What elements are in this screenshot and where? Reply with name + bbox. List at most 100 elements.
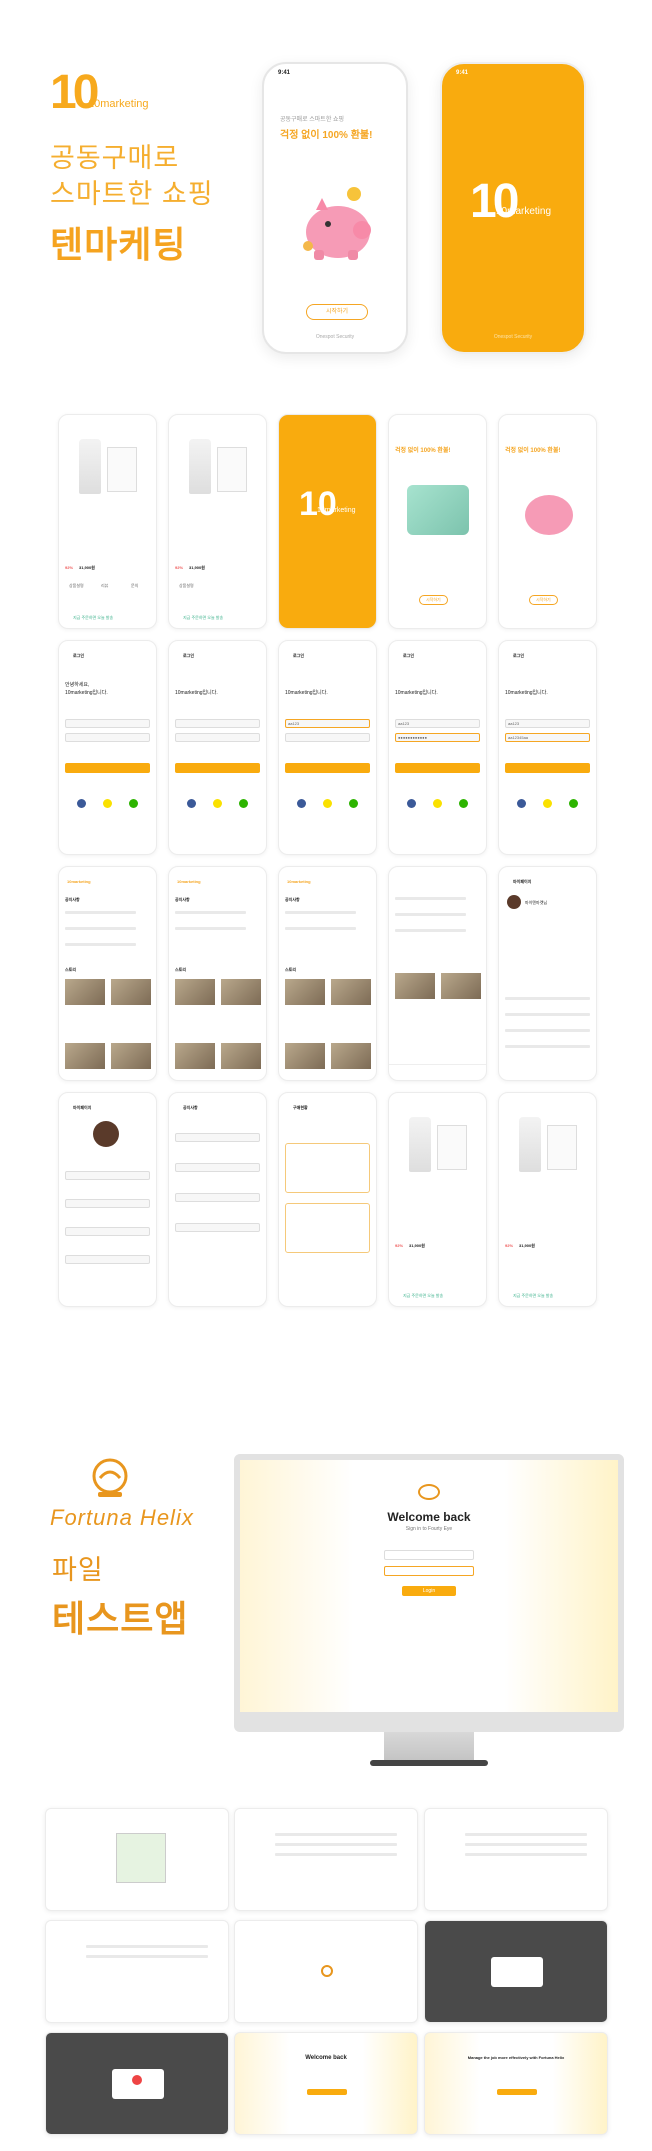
date-input[interactable] <box>175 1193 260 1202</box>
menu-row[interactable] <box>505 1029 590 1032</box>
start-button[interactable]: 시작하기 <box>529 595 558 605</box>
table-row[interactable] <box>86 1955 208 1958</box>
naver-icon[interactable] <box>239 799 248 808</box>
cta-banner[interactable]: 지금 주문하면 오늘 발송 <box>183 615 223 621</box>
link-input[interactable] <box>175 1223 260 1232</box>
login-title: 로그인 <box>293 653 305 658</box>
screen-mypage-edit: 마이페이지 <box>58 1092 157 1307</box>
story-image[interactable] <box>395 973 435 999</box>
thumb-login-button[interactable] <box>497 2089 537 2095</box>
start-button[interactable]: 시작하기 <box>419 595 448 605</box>
story-image[interactable] <box>221 1043 261 1069</box>
password-input[interactable]: ●●●●●●●●●●●● <box>395 733 480 742</box>
table-row[interactable] <box>275 1843 397 1846</box>
naver-icon[interactable] <box>569 799 578 808</box>
story-image[interactable] <box>285 979 325 1005</box>
notice-row[interactable] <box>65 911 136 914</box>
password-input[interactable] <box>65 733 150 742</box>
table-row[interactable] <box>275 1853 397 1856</box>
id-input[interactable] <box>175 719 260 728</box>
table-row[interactable] <box>86 1945 208 1948</box>
facebook-icon[interactable] <box>407 799 416 808</box>
cta-banner[interactable]: 지금 주문하면 오늘 발송 <box>73 615 113 621</box>
naver-icon[interactable] <box>459 799 468 808</box>
story-image[interactable] <box>65 1043 105 1069</box>
kakao-icon[interactable] <box>213 799 222 808</box>
password-input[interactable]: aa12345aa <box>505 733 590 742</box>
cta-banner[interactable]: 지금 주문하면 오늘 발송 <box>403 1293 443 1299</box>
brand-logo: 10 10marketing <box>50 68 160 128</box>
start-button[interactable]: 시작하기 <box>306 304 368 320</box>
nickname-input[interactable] <box>65 1171 150 1180</box>
facebook-icon[interactable] <box>517 799 526 808</box>
logo-mark: 10 <box>50 66 99 119</box>
table-row[interactable] <box>465 1853 587 1856</box>
story-image[interactable] <box>331 1043 371 1069</box>
naver-icon[interactable] <box>129 799 138 808</box>
tab-review[interactable]: 리뷰 <box>101 583 108 589</box>
login-button[interactable] <box>285 763 370 773</box>
purchase-card[interactable] <box>285 1143 370 1193</box>
bottom-nav[interactable] <box>389 1064 486 1080</box>
story-image[interactable] <box>285 1043 325 1069</box>
password-input[interactable] <box>285 733 370 742</box>
id-input[interactable]: aa123 <box>285 719 370 728</box>
tab-description[interactable]: 상품설명 <box>179 583 194 589</box>
purchase-card[interactable] <box>285 1203 370 1253</box>
naver-icon[interactable] <box>349 799 358 808</box>
menu-row[interactable] <box>505 1013 590 1016</box>
table-row[interactable] <box>275 1833 397 1836</box>
login-button[interactable] <box>395 763 480 773</box>
content-input[interactable] <box>175 1163 260 1172</box>
tab-qna[interactable]: 문의 <box>131 583 138 589</box>
kakao-icon[interactable] <box>433 799 442 808</box>
facebook-icon[interactable] <box>297 799 306 808</box>
story-image[interactable] <box>331 979 371 1005</box>
table-row[interactable] <box>465 1833 587 1836</box>
id-input[interactable] <box>65 719 150 728</box>
kakao-icon[interactable] <box>103 799 112 808</box>
notice-row[interactable] <box>395 929 466 932</box>
login-button[interactable] <box>65 763 150 773</box>
thumb-login-button[interactable] <box>307 2089 347 2095</box>
menu-row[interactable] <box>505 1045 590 1048</box>
phone-input[interactable] <box>65 1199 150 1208</box>
login-button[interactable]: Login <box>402 1586 456 1596</box>
product-box-image <box>107 447 137 492</box>
login-button[interactable] <box>175 763 260 773</box>
password-input[interactable] <box>384 1566 474 1576</box>
story-image[interactable] <box>175 1043 215 1069</box>
story-image[interactable] <box>65 979 105 1005</box>
tab-description[interactable]: 상품설명 <box>69 583 84 589</box>
password-input[interactable] <box>175 733 260 742</box>
story-image[interactable] <box>221 979 261 1005</box>
email-input[interactable] <box>384 1550 474 1560</box>
id-input[interactable]: aa123 <box>505 719 590 728</box>
kakao-icon[interactable] <box>543 799 552 808</box>
facebook-icon[interactable] <box>187 799 196 808</box>
kakao-icon[interactable] <box>323 799 332 808</box>
notice-row[interactable] <box>285 927 356 930</box>
story-image[interactable] <box>111 979 151 1005</box>
notice-row[interactable] <box>285 911 356 914</box>
table-row[interactable] <box>465 1843 587 1846</box>
story-image[interactable] <box>175 979 215 1005</box>
cta-banner[interactable]: 지금 주문하면 오늘 발송 <box>513 1293 553 1299</box>
notice-row[interactable] <box>65 943 136 946</box>
notice-row[interactable] <box>395 913 466 916</box>
notice-row[interactable] <box>175 927 246 930</box>
id-input[interactable]: aa123 <box>395 719 480 728</box>
thumb-table-1 <box>234 1808 418 1911</box>
story-image[interactable] <box>111 1043 151 1069</box>
title-input[interactable] <box>175 1133 260 1142</box>
screen-home-4 <box>388 866 487 1081</box>
email-input[interactable] <box>65 1227 150 1236</box>
password-input[interactable] <box>65 1255 150 1264</box>
facebook-icon[interactable] <box>77 799 86 808</box>
notice-row[interactable] <box>65 927 136 930</box>
notice-row[interactable] <box>395 897 466 900</box>
login-button[interactable] <box>505 763 590 773</box>
story-image[interactable] <box>441 973 481 999</box>
menu-row[interactable] <box>505 997 590 1000</box>
notice-row[interactable] <box>175 911 246 914</box>
